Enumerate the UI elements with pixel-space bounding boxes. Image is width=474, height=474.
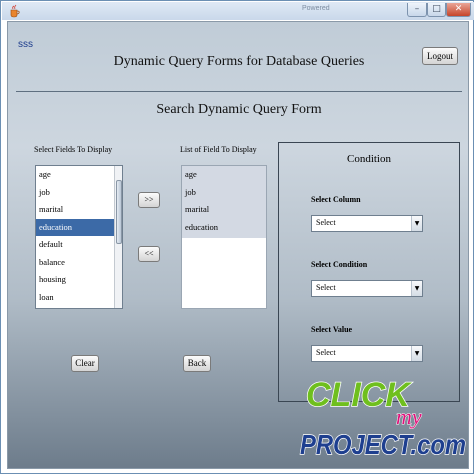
- fields-scrollbar[interactable]: [114, 166, 122, 308]
- select-column-dropdown[interactable]: Select ▼: [311, 215, 423, 232]
- clear-button[interactable]: Clear: [71, 355, 99, 372]
- fields-scrollbar-thumb[interactable]: [116, 180, 122, 244]
- field-option[interactable]: age: [36, 166, 122, 184]
- minimize-button[interactable]: –: [407, 3, 427, 17]
- app-window: Powered – □ ✕ sss Dynamic Query Forms fo…: [0, 0, 474, 474]
- close-button[interactable]: ✕: [446, 3, 471, 17]
- select-value-label: Select Value: [311, 325, 353, 334]
- chevron-down-icon: ▼: [411, 281, 422, 296]
- condition-title: Condition: [346, 153, 391, 165]
- select-condition-label: Select Condition: [311, 260, 368, 269]
- top-divider: [16, 91, 462, 92]
- field-option[interactable]: default: [36, 236, 122, 254]
- condition-panel: Condition Select Column Select ▼ Select …: [278, 142, 460, 402]
- app-title: Dynamic Query Forms for Database Queries: [113, 54, 365, 69]
- display-fields-label: List of Field To Display: [180, 145, 257, 154]
- display-fields-list[interactable]: age job marital education: [181, 165, 267, 309]
- java-cup-icon: [10, 4, 20, 18]
- display-field-option[interactable]: job: [182, 184, 266, 202]
- field-option[interactable]: education: [36, 218, 122, 236]
- display-field-option[interactable]: marital: [182, 201, 266, 219]
- fields-list[interactable]: age job marital education default balance hous…: [35, 165, 123, 309]
- chevron-down-icon: ▼: [411, 346, 422, 361]
- maximize-button[interactable]: □: [427, 3, 446, 17]
- field-option[interactable]: balance: [36, 254, 122, 272]
- select-value-value: Select: [316, 348, 336, 357]
- chevron-down-icon: ▼: [411, 216, 422, 231]
- back-button[interactable]: Back: [183, 355, 211, 372]
- select-column-label: Select Column: [311, 195, 361, 204]
- fields-list-items: age job marital education default balance hous…: [36, 166, 122, 306]
- window-titlebar[interactable]: Powered – □ ✕: [2, 2, 474, 20]
- add-field-button[interactable]: >>: [138, 192, 160, 208]
- field-option[interactable]: loan: [36, 289, 122, 307]
- select-column-value: Select: [316, 218, 336, 227]
- search-form-title: Search Dynamic Query Form: [156, 102, 322, 117]
- logout-button[interactable]: Logout: [422, 47, 458, 65]
- select-condition-value: Select: [316, 283, 336, 292]
- select-condition-dropdown[interactable]: Select ▼: [311, 280, 423, 297]
- select-value-dropdown[interactable]: Select ▼: [311, 345, 423, 362]
- fields-label: Select Fields To Display: [34, 145, 113, 154]
- display-field-option[interactable]: education: [182, 219, 266, 237]
- field-option[interactable]: housing: [36, 271, 122, 289]
- logo-my-text: my: [396, 404, 422, 429]
- clickmyproject-logo: CLICK my PROJECT.com: [299, 375, 467, 461]
- window-title: Powered: [302, 5, 330, 12]
- username-label: sss: [18, 39, 33, 50]
- field-option[interactable]: job: [36, 184, 122, 202]
- logo-project-text: PROJECT.com: [300, 429, 466, 460]
- display-field-option[interactable]: age: [182, 166, 266, 184]
- remove-field-button[interactable]: <<: [138, 246, 160, 262]
- field-option[interactable]: marital: [36, 201, 122, 219]
- display-fields-items: age job marital education: [182, 166, 266, 236]
